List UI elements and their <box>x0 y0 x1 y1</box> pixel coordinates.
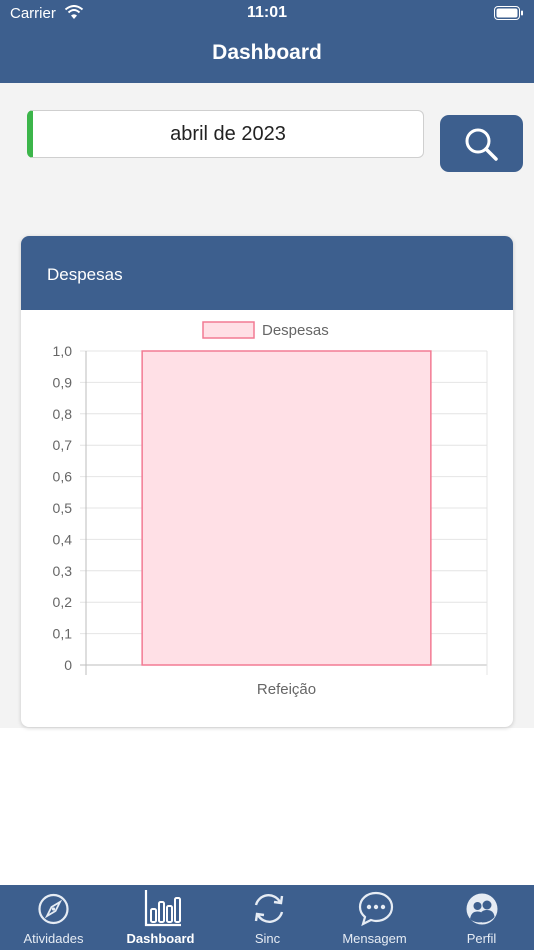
search-icon <box>465 128 498 161</box>
sync-icon <box>254 894 284 923</box>
y-tick-label: 0,6 <box>53 469 73 485</box>
tab-mensagem[interactable]: Mensagem <box>321 885 428 950</box>
tab-dashboard[interactable]: Dashboard <box>107 885 214 950</box>
battery-icon <box>494 6 523 20</box>
status-bar: Carrier 11:01 <box>0 0 534 26</box>
tab-label: Dashboard <box>126 931 195 946</box>
tab-label: Atividades <box>23 931 84 946</box>
x-tick-label: Refeição <box>257 681 316 698</box>
month-selector[interactable]: abril de 2023 <box>27 110 424 158</box>
tab-label: Perfil <box>466 931 497 946</box>
tab-sinc[interactable]: Sinc <box>214 885 321 950</box>
y-tick-label: 0,8 <box>53 406 73 422</box>
tab-bar: Atividades Dashboard Sinc Mensagem Perfi… <box>0 885 534 950</box>
legend-swatch <box>202 321 255 339</box>
y-tick-label: 0,7 <box>53 437 73 453</box>
y-tick-label: 1,0 <box>53 343 73 359</box>
expenses-chart: Despesas 0 0,1 0,2 0,3 0,4 0,5 0,6 0,7 0,8 0,9 1,0… <box>53 321 488 698</box>
compass-icon <box>38 893 69 925</box>
y-tick-label: 0,9 <box>53 374 73 390</box>
navigation-bar: Dashboard <box>0 26 534 83</box>
month-value: abril de 2023 <box>170 123 286 145</box>
search-button[interactable] <box>440 115 523 172</box>
bar-chart-icon <box>144 890 181 927</box>
bar-0 <box>141 350 432 666</box>
y-tick-label: 0 <box>64 657 72 673</box>
tab-perfil[interactable]: Perfil <box>428 885 534 950</box>
expenses-card: Despesas Despesas 0 0,1 0,2 0,3 0,4 0,5 0,6 0,7… <box>21 236 513 727</box>
clock: 11:01 <box>246 4 288 21</box>
message-icon <box>358 891 394 927</box>
y-tick-label: 0,4 <box>53 531 73 547</box>
dashboard-content: abril de 2023 Despesas Despesas 0 0,1 0,2 0… <box>0 83 534 728</box>
card-header: Despesas <box>21 236 513 310</box>
y-tick-label: 0,3 <box>53 563 73 579</box>
profile-icon <box>466 893 498 925</box>
tab-atividades[interactable]: Atividades <box>0 885 107 950</box>
y-tick-label: 0,2 <box>53 594 73 610</box>
tab-label: Sinc <box>254 931 281 946</box>
y-tick-label: 0,5 <box>53 500 73 516</box>
tab-label: Mensagem <box>342 931 407 946</box>
y-tick-label: 0,1 <box>53 626 73 642</box>
card-title: Despesas <box>47 265 123 284</box>
page-title: Dashboard <box>212 41 322 64</box>
legend-label: Despesas <box>262 322 329 339</box>
